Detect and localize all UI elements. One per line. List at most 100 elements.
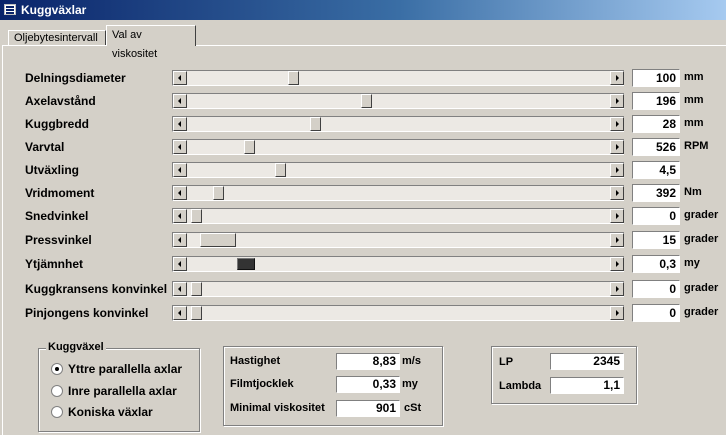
lambda-field[interactable]: 1,1 (550, 377, 624, 394)
filmtjocklek-unit: my (402, 378, 418, 390)
tab-oljebytesintervall[interactable]: Oljebytesintervall (8, 30, 106, 45)
scrollbar-thumb[interactable] (288, 71, 299, 85)
viskositet-label: Minimal viskositet (230, 402, 325, 414)
arrow-right-icon[interactable] (610, 94, 624, 108)
arrow-left-icon[interactable] (173, 257, 187, 271)
value-field[interactable]: 15 (632, 231, 680, 249)
scrollbar-slider[interactable] (172, 208, 624, 224)
value-field[interactable]: 526 (632, 138, 680, 156)
radio-label-yttre: Yttre parallella axlar (68, 362, 183, 376)
gear-type-group-title: Kuggväxel (46, 341, 106, 353)
value-field[interactable]: 0 (632, 207, 680, 225)
arrow-left-icon[interactable] (173, 306, 187, 320)
slider-label: Snedvinkel (25, 209, 89, 223)
arrow-left-icon[interactable] (173, 163, 187, 177)
unit-label: mm (684, 117, 704, 129)
arrow-right-icon[interactable] (610, 163, 624, 177)
slider-label: Delningsdiameter (25, 71, 126, 85)
scrollbar-slider[interactable] (172, 281, 624, 297)
value-field[interactable]: 0 (632, 280, 680, 298)
arrow-left-icon[interactable] (173, 209, 187, 223)
radio-inre-parallella[interactable] (51, 385, 63, 397)
arrow-right-icon[interactable] (610, 140, 624, 154)
scrollbar-thumb[interactable] (191, 209, 202, 223)
hastighet-field[interactable]: 8,83 (336, 353, 400, 370)
slider-label: Utväxling (25, 163, 80, 177)
arrow-left-icon[interactable] (173, 117, 187, 131)
scrollbar-slider[interactable] (172, 162, 624, 178)
unit-label: grader (684, 209, 719, 221)
filmtjocklek-field[interactable]: 0,33 (336, 376, 400, 393)
unit-label: mm (684, 71, 704, 83)
scrollbar-thumb[interactable] (361, 94, 372, 108)
arrow-right-icon[interactable] (610, 233, 624, 247)
unit-label: grader (684, 282, 719, 294)
scrollbar-slider[interactable] (172, 139, 624, 155)
unit-label: RPM (684, 140, 709, 152)
arrow-left-icon[interactable] (173, 233, 187, 247)
slider-label: Pressvinkel (25, 233, 92, 247)
value-field[interactable]: 196 (632, 92, 680, 110)
title-bar[interactable]: Kuggväxlar (0, 0, 726, 20)
tab-label: Val av viskositet (112, 29, 158, 60)
scrollbar-slider[interactable] (172, 93, 624, 109)
radio-yttre-parallella[interactable] (51, 363, 63, 375)
arrow-right-icon[interactable] (610, 209, 624, 223)
scrollbar-thumb[interactable] (191, 306, 202, 320)
unit-label: grader (684, 306, 719, 318)
radio-koniska[interactable] (51, 406, 63, 418)
value-field[interactable]: 28 (632, 115, 680, 133)
value-field[interactable]: 0 (632, 304, 680, 322)
tab-val-av-viskositet[interactable]: Val av viskositet (106, 25, 196, 60)
viskositet-unit: cSt (404, 402, 422, 414)
scrollbar-thumb[interactable] (275, 163, 286, 177)
value-field[interactable]: 392 (632, 184, 680, 202)
scrollbar-thumb[interactable] (191, 282, 202, 296)
unit-label: my (684, 257, 700, 269)
arrow-right-icon[interactable] (610, 306, 624, 320)
scrollbar-slider[interactable] (172, 256, 624, 272)
scrollbar-thumb[interactable] (200, 233, 236, 247)
arrow-right-icon[interactable] (610, 282, 624, 296)
scrollbar-slider[interactable] (172, 305, 624, 321)
arrow-left-icon[interactable] (173, 140, 187, 154)
arrow-left-icon[interactable] (173, 186, 187, 200)
arrow-left-icon[interactable] (173, 94, 187, 108)
arrow-right-icon[interactable] (610, 117, 624, 131)
arrow-right-icon[interactable] (610, 257, 624, 271)
slider-label: Pinjongens konvinkel (25, 306, 149, 320)
slider-label: Kuggbredd (25, 117, 89, 131)
window-title: Kuggväxlar (21, 3, 87, 17)
value-field[interactable]: 4,5 (632, 161, 680, 179)
scrollbar-thumb[interactable] (213, 186, 224, 200)
arrow-left-icon[interactable] (173, 282, 187, 296)
radio-label-koniska: Koniska växlar (68, 405, 153, 419)
form-icon (4, 4, 16, 15)
slider-label: Ytjämnhet (25, 257, 84, 271)
value-field[interactable]: 0,3 (632, 255, 680, 273)
unit-label: mm (684, 94, 704, 106)
scrollbar-thumb[interactable] (237, 258, 255, 270)
arrow-left-icon[interactable] (173, 71, 187, 85)
hastighet-label: Hastighet (230, 355, 281, 367)
scrollbar-slider[interactable] (172, 116, 624, 132)
lambda-label: Lambda (499, 380, 542, 392)
lp-label: LP (499, 356, 514, 368)
slider-label: Kuggkransens konvinkel (25, 282, 168, 296)
value-field[interactable]: 100 (632, 69, 680, 87)
radio-label-inre: Inre parallella axlar (68, 384, 177, 398)
viskositet-field[interactable]: 901 (336, 400, 400, 417)
slider-label: Axelavstånd (25, 94, 96, 108)
scrollbar-thumb[interactable] (244, 140, 255, 154)
arrow-right-icon[interactable] (610, 71, 624, 85)
slider-label: Vridmoment (25, 186, 95, 200)
unit-label: Nm (684, 186, 702, 198)
scrollbar-slider[interactable] (172, 232, 624, 248)
hastighet-unit: m/s (402, 355, 421, 367)
scrollbar-thumb[interactable] (310, 117, 321, 131)
scrollbar-slider[interactable] (172, 70, 624, 86)
tab-label: Oljebytesintervall (14, 32, 98, 44)
lp-field[interactable]: 2345 (550, 353, 624, 370)
scrollbar-slider[interactable] (172, 185, 624, 201)
arrow-right-icon[interactable] (610, 186, 624, 200)
